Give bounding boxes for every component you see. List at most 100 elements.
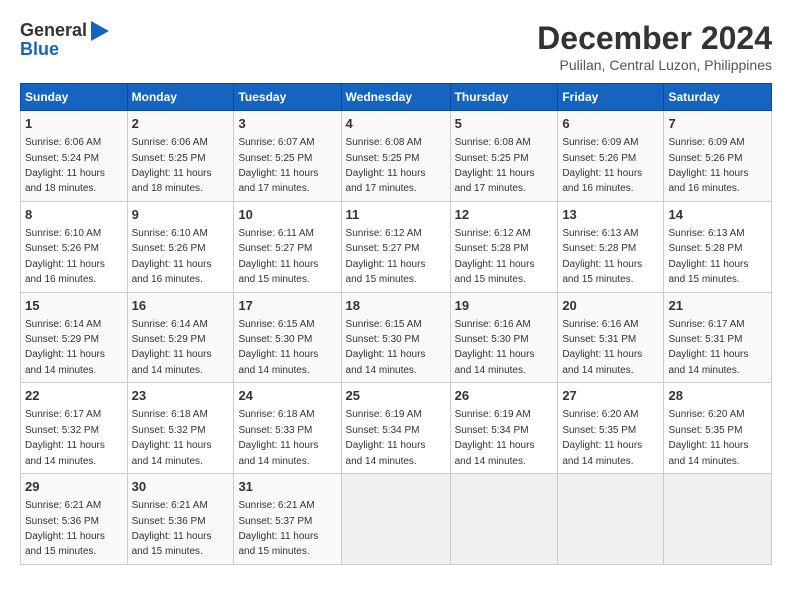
calendar-cell: 10 Sunrise: 6:11 AM Sunset: 5:27 PM Dayli… [234, 201, 341, 292]
calendar-header-row: SundayMondayTuesdayWednesdayThursdayFrid… [21, 84, 772, 111]
day-info: Sunrise: 6:08 AM Sunset: 5:25 PM Dayligh… [455, 137, 535, 194]
calendar-cell: 14 Sunrise: 6:13 AM Sunset: 5:28 PM Dayli… [664, 201, 772, 292]
title-area: December 2024 Pulilan, Central Luzon, Ph… [537, 20, 772, 73]
day-number: 10 [238, 206, 336, 224]
calendar-cell: 22Sunrise: 6:17 AM Sunset: 5:32 PM Dayli… [21, 383, 128, 474]
day-info: Sunrise: 6:19 AM Sunset: 5:34 PM Dayligh… [455, 409, 535, 466]
day-number: 11 [346, 206, 446, 224]
calendar-cell: 24 Sunrise: 6:18 AM Sunset: 5:33 PM Dayli… [234, 383, 341, 474]
calendar-cell: 30Sunrise: 6:21 AM Sunset: 5:36 PM Dayli… [127, 474, 234, 565]
day-info: Sunrise: 6:21 AM Sunset: 5:36 PM Dayligh… [25, 500, 105, 557]
day-number: 24 [238, 387, 336, 405]
day-number: 20 [562, 297, 659, 315]
day-info: Sunrise: 6:13 AM Sunset: 5:28 PM Dayligh… [668, 228, 748, 285]
day-info: Sunrise: 6:20 AM Sunset: 5:35 PM Dayligh… [668, 409, 748, 466]
day-number: 25 [346, 387, 446, 405]
calendar-cell: 21 Sunrise: 6:17 AM Sunset: 5:31 PM Dayli… [664, 292, 772, 383]
calendar-cell: 18 Sunrise: 6:15 AM Sunset: 5:30 PM Dayli… [341, 292, 450, 383]
day-info: Sunrise: 6:09 AM Sunset: 5:26 PM Dayligh… [668, 137, 748, 194]
calendar-cell: 2 Sunrise: 6:06 AM Sunset: 5:25 PM Daylig… [127, 111, 234, 202]
calendar-cell: 28 Sunrise: 6:20 AM Sunset: 5:35 PM Dayli… [664, 383, 772, 474]
calendar-cell: 3Sunrise: 6:07 AM Sunset: 5:25 PM Daylig… [234, 111, 341, 202]
day-info: Sunrise: 6:17 AM Sunset: 5:32 PM Dayligh… [25, 409, 105, 466]
calendar-header-thursday: Thursday [450, 84, 558, 111]
day-info: Sunrise: 6:12 AM Sunset: 5:28 PM Dayligh… [455, 228, 535, 285]
calendar-header-friday: Friday [558, 84, 664, 111]
day-number: 5 [455, 115, 554, 133]
day-number: 27 [562, 387, 659, 405]
calendar-cell [664, 474, 772, 565]
calendar-cell: 31Sunrise: 6:21 AM Sunset: 5:37 PM Dayli… [234, 474, 341, 565]
day-info: Sunrise: 6:16 AM Sunset: 5:31 PM Dayligh… [562, 319, 642, 376]
day-info: Sunrise: 6:16 AM Sunset: 5:30 PM Dayligh… [455, 319, 535, 376]
calendar-cell: 27 Sunrise: 6:20 AM Sunset: 5:35 PM Dayli… [558, 383, 664, 474]
calendar-cell: 16Sunrise: 6:14 AM Sunset: 5:29 PM Dayli… [127, 292, 234, 383]
calendar-cell: 12 Sunrise: 6:12 AM Sunset: 5:28 PM Dayli… [450, 201, 558, 292]
day-number: 17 [238, 297, 336, 315]
day-number: 21 [668, 297, 767, 315]
calendar-week-row: 29Sunrise: 6:21 AM Sunset: 5:36 PM Dayli… [21, 474, 772, 565]
day-number: 18 [346, 297, 446, 315]
day-info: Sunrise: 6:10 AM Sunset: 5:26 PM Dayligh… [132, 228, 212, 285]
calendar-header-tuesday: Tuesday [234, 84, 341, 111]
day-number: 3 [238, 115, 336, 133]
calendar-week-row: 22Sunrise: 6:17 AM Sunset: 5:32 PM Dayli… [21, 383, 772, 474]
calendar-week-row: 8Sunrise: 6:10 AM Sunset: 5:26 PM Daylig… [21, 201, 772, 292]
calendar-cell: 5 Sunrise: 6:08 AM Sunset: 5:25 PM Daylig… [450, 111, 558, 202]
day-number: 4 [346, 115, 446, 133]
day-info: Sunrise: 6:21 AM Sunset: 5:37 PM Dayligh… [238, 500, 318, 557]
day-info: Sunrise: 6:14 AM Sunset: 5:29 PM Dayligh… [132, 319, 212, 376]
day-number: 9 [132, 206, 230, 224]
day-info: Sunrise: 6:18 AM Sunset: 5:33 PM Dayligh… [238, 409, 318, 466]
calendar-cell: 29Sunrise: 6:21 AM Sunset: 5:36 PM Dayli… [21, 474, 128, 565]
calendar-cell: 6 Sunrise: 6:09 AM Sunset: 5:26 PM Daylig… [558, 111, 664, 202]
calendar-cell: 20 Sunrise: 6:16 AM Sunset: 5:31 PM Dayli… [558, 292, 664, 383]
calendar-header-saturday: Saturday [664, 84, 772, 111]
day-number: 28 [668, 387, 767, 405]
day-number: 7 [668, 115, 767, 133]
day-info: Sunrise: 6:10 AM Sunset: 5:26 PM Dayligh… [25, 228, 105, 285]
day-number: 6 [562, 115, 659, 133]
calendar-header-wednesday: Wednesday [341, 84, 450, 111]
page-header: General Blue December 2024 Pulilan, Cent… [20, 20, 772, 73]
day-info: Sunrise: 6:17 AM Sunset: 5:31 PM Dayligh… [668, 319, 748, 376]
calendar-cell: 19 Sunrise: 6:16 AM Sunset: 5:30 PM Dayli… [450, 292, 558, 383]
day-info: Sunrise: 6:06 AM Sunset: 5:25 PM Dayligh… [132, 137, 212, 194]
calendar-header-monday: Monday [127, 84, 234, 111]
logo-arrow-icon [91, 21, 109, 41]
calendar-cell: 7 Sunrise: 6:09 AM Sunset: 5:26 PM Daylig… [664, 111, 772, 202]
day-info: Sunrise: 6:15 AM Sunset: 5:30 PM Dayligh… [346, 319, 426, 376]
day-number: 30 [132, 478, 230, 496]
calendar-cell: 8Sunrise: 6:10 AM Sunset: 5:26 PM Daylig… [21, 201, 128, 292]
day-info: Sunrise: 6:11 AM Sunset: 5:27 PM Dayligh… [238, 228, 318, 285]
calendar-cell [450, 474, 558, 565]
logo-text-general: General [20, 20, 87, 41]
calendar-cell [558, 474, 664, 565]
calendar-header-sunday: Sunday [21, 84, 128, 111]
calendar-cell: 13Sunrise: 6:13 AM Sunset: 5:28 PM Dayli… [558, 201, 664, 292]
day-number: 12 [455, 206, 554, 224]
day-info: Sunrise: 6:14 AM Sunset: 5:29 PM Dayligh… [25, 319, 105, 376]
calendar-cell: 11 Sunrise: 6:12 AM Sunset: 5:27 PM Dayli… [341, 201, 450, 292]
day-info: Sunrise: 6:12 AM Sunset: 5:27 PM Dayligh… [346, 228, 426, 285]
day-number: 2 [132, 115, 230, 133]
day-number: 14 [668, 206, 767, 224]
day-info: Sunrise: 6:20 AM Sunset: 5:35 PM Dayligh… [562, 409, 642, 466]
day-info: Sunrise: 6:18 AM Sunset: 5:32 PM Dayligh… [132, 409, 212, 466]
calendar-cell: 1Sunrise: 6:06 AM Sunset: 5:24 PM Daylig… [21, 111, 128, 202]
day-info: Sunrise: 6:09 AM Sunset: 5:26 PM Dayligh… [562, 137, 642, 194]
logo: General Blue [20, 20, 109, 60]
calendar-cell: 15Sunrise: 6:14 AM Sunset: 5:29 PM Dayli… [21, 292, 128, 383]
calendar-cell: 25Sunrise: 6:19 AM Sunset: 5:34 PM Dayli… [341, 383, 450, 474]
calendar-cell: 9 Sunrise: 6:10 AM Sunset: 5:26 PM Daylig… [127, 201, 234, 292]
calendar-table: SundayMondayTuesdayWednesdayThursdayFrid… [20, 83, 772, 565]
page-title: December 2024 [537, 20, 772, 57]
day-info: Sunrise: 6:13 AM Sunset: 5:28 PM Dayligh… [562, 228, 642, 285]
day-info: Sunrise: 6:15 AM Sunset: 5:30 PM Dayligh… [238, 319, 318, 376]
calendar-cell: 23Sunrise: 6:18 AM Sunset: 5:32 PM Dayli… [127, 383, 234, 474]
day-number: 19 [455, 297, 554, 315]
day-number: 1 [25, 115, 123, 133]
page-subtitle: Pulilan, Central Luzon, Philippines [537, 57, 772, 73]
calendar-cell [341, 474, 450, 565]
calendar-cell: 17 Sunrise: 6:15 AM Sunset: 5:30 PM Dayli… [234, 292, 341, 383]
